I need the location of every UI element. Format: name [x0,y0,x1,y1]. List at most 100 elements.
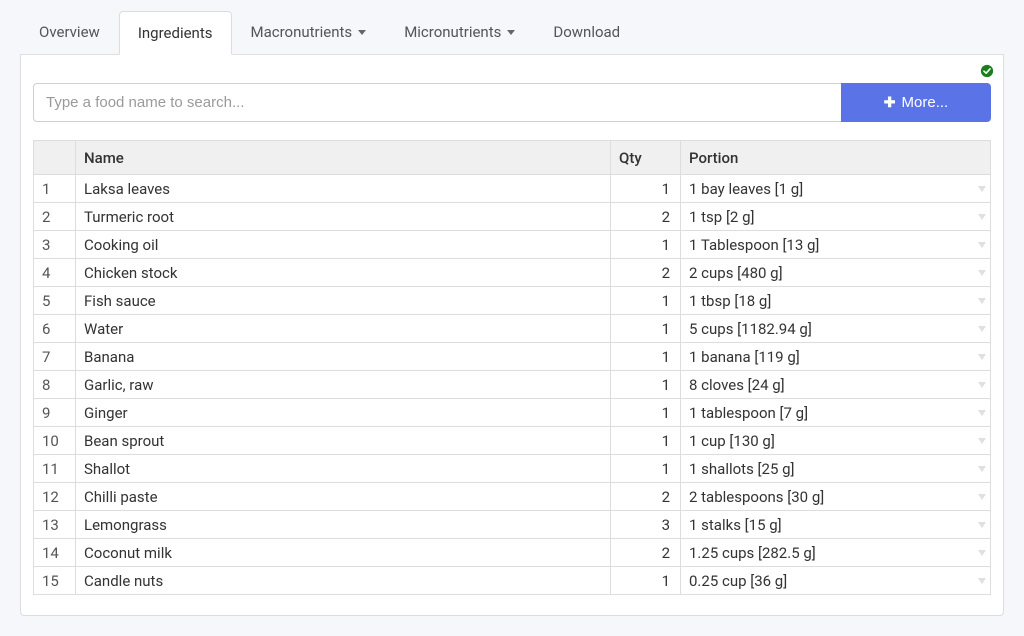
row-qty[interactable]: 2 [611,483,681,511]
table-row[interactable]: 13Lemongrass31 stalks [15 g] [34,511,991,539]
row-portion[interactable]: 1 tablespoon [7 g] [681,399,991,427]
plus-icon: ✚ [884,94,896,111]
row-name[interactable]: Banana [76,343,611,371]
row-index: 6 [34,315,76,343]
filter-icon[interactable] [978,242,986,248]
filter-icon[interactable] [978,410,986,416]
row-index: 10 [34,427,76,455]
table-row[interactable]: 10Bean sprout11 cup [130 g] [34,427,991,455]
row-portion[interactable]: 1 stalks [15 g] [681,511,991,539]
tab-ingredients[interactable]: Ingredients [119,11,232,55]
row-portion[interactable]: 2 cups [480 g] [681,259,991,287]
tab-label: Macronutrients [251,23,353,41]
row-name[interactable]: Ginger [76,399,611,427]
row-name[interactable]: Bean sprout [76,427,611,455]
row-name[interactable]: Garlic, raw [76,371,611,399]
row-index: 5 [34,287,76,315]
row-portion[interactable]: 1.25 cups [282.5 g] [681,539,991,567]
table-row[interactable]: 15Candle nuts10.25 cup [36 g] [34,567,991,595]
filter-icon[interactable] [978,186,986,192]
filter-icon[interactable] [978,550,986,556]
tab-micronutrients[interactable]: Micronutrients [385,10,534,54]
filter-icon[interactable] [978,466,986,472]
more-button-label: More... [902,94,949,111]
row-name[interactable]: Laksa leaves [76,175,611,203]
table-row[interactable]: 1Laksa leaves11 bay leaves [1 g] [34,175,991,203]
row-qty[interactable]: 1 [611,287,681,315]
header-portion[interactable]: Portion [681,141,991,175]
table-row[interactable]: 12Chilli paste22 tablespoons [30 g] [34,483,991,511]
table-row[interactable]: 8Garlic, raw18 cloves [24 g] [34,371,991,399]
row-index: 15 [34,567,76,595]
row-portion[interactable]: 1 Tablespoon [13 g] [681,231,991,259]
row-portion[interactable]: 0.25 cup [36 g] [681,567,991,595]
row-qty[interactable]: 1 [611,399,681,427]
filter-icon[interactable] [978,298,986,304]
filter-icon[interactable] [978,494,986,500]
row-name[interactable]: Water [76,315,611,343]
table-row[interactable]: 2Turmeric root21 tsp [2 g] [34,203,991,231]
row-qty[interactable]: 1 [611,427,681,455]
row-qty[interactable]: 1 [611,315,681,343]
row-name[interactable]: Coconut milk [76,539,611,567]
tab-download[interactable]: Download [534,10,639,54]
row-name[interactable]: Fish sauce [76,287,611,315]
row-qty[interactable]: 2 [611,203,681,231]
table-row[interactable]: 6Water15 cups [1182.94 g] [34,315,991,343]
row-portion[interactable]: 5 cups [1182.94 g] [681,315,991,343]
row-index: 2 [34,203,76,231]
table-row[interactable]: 3Cooking oil11 Tablespoon [13 g] [34,231,991,259]
row-qty[interactable]: 1 [611,343,681,371]
row-index: 3 [34,231,76,259]
row-index: 8 [34,371,76,399]
tab-overview[interactable]: Overview [20,10,119,54]
row-name[interactable]: Chicken stock [76,259,611,287]
row-index: 13 [34,511,76,539]
table-row[interactable]: 14Coconut milk21.25 cups [282.5 g] [34,539,991,567]
filter-icon[interactable] [978,326,986,332]
tab-macronutrients[interactable]: Macronutrients [232,10,386,54]
row-portion[interactable]: 1 tbsp [18 g] [681,287,991,315]
row-name[interactable]: Turmeric root [76,203,611,231]
ingredients-table: Name Qty Portion 1Laksa leaves11 bay lea… [33,140,991,595]
table-row[interactable]: 5Fish sauce11 tbsp [18 g] [34,287,991,315]
row-qty[interactable]: 1 [611,455,681,483]
row-portion[interactable]: 8 cloves [24 g] [681,371,991,399]
table-row[interactable]: 9Ginger11 tablespoon [7 g] [34,399,991,427]
row-qty[interactable]: 1 [611,371,681,399]
filter-icon[interactable] [978,354,986,360]
tabs-bar: Overview Ingredients Macronutrients Micr… [20,10,1004,55]
row-portion[interactable]: 1 bay leaves [1 g] [681,175,991,203]
row-qty[interactable]: 2 [611,259,681,287]
table-row[interactable]: 4Chicken stock22 cups [480 g] [34,259,991,287]
row-portion[interactable]: 1 banana [119 g] [681,343,991,371]
row-qty[interactable]: 2 [611,539,681,567]
search-row: ✚ More... [21,55,1003,140]
row-qty[interactable]: 1 [611,231,681,259]
row-name[interactable]: Cooking oil [76,231,611,259]
chevron-down-icon [358,30,366,35]
row-portion[interactable]: 2 tablespoons [30 g] [681,483,991,511]
table-row[interactable]: 11Shallot11 shallots [25 g] [34,455,991,483]
more-button[interactable]: ✚ More... [841,83,991,122]
filter-icon[interactable] [978,214,986,220]
table-row[interactable]: 7Banana11 banana [119 g] [34,343,991,371]
row-name[interactable]: Shallot [76,455,611,483]
row-name[interactable]: Lemongrass [76,511,611,539]
row-name[interactable]: Candle nuts [76,567,611,595]
row-portion[interactable]: 1 cup [130 g] [681,427,991,455]
filter-icon[interactable] [978,438,986,444]
row-qty[interactable]: 1 [611,175,681,203]
row-portion[interactable]: 1 shallots [25 g] [681,455,991,483]
filter-icon[interactable] [978,522,986,528]
row-name[interactable]: Chilli paste [76,483,611,511]
row-qty[interactable]: 3 [611,511,681,539]
filter-icon[interactable] [978,270,986,276]
filter-icon[interactable] [978,382,986,388]
row-qty[interactable]: 1 [611,567,681,595]
header-index [34,141,76,175]
row-portion[interactable]: 1 tsp [2 g] [681,203,991,231]
header-qty[interactable]: Qty [611,141,681,175]
header-name[interactable]: Name [76,141,611,175]
search-input[interactable] [33,83,841,122]
